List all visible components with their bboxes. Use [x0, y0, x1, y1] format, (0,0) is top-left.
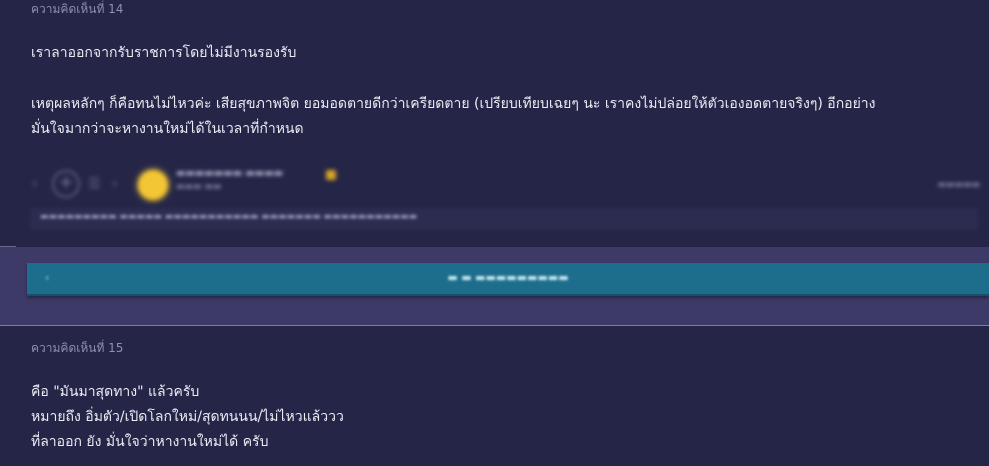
- post-time: ▬▬▬ ▬▬: [176, 182, 222, 192]
- comment-text-line: คือ "มันมาสุดทาง" แล้วครับ: [31, 384, 200, 400]
- reply-panel: ‹ ▬ ▬ ▬▬▬▬▬▬▬▬▬: [0, 247, 989, 325]
- comment-15: ความคิดเห็นที่ 15 คือ "มันมาสุดทาง" แล้ว…: [0, 326, 989, 466]
- username[interactable]: ▬▬▬▬▬▬▬ ▬▬▬▬: [176, 168, 283, 179]
- comment-text-line: มั่นใจมากว่าจะหางานใหม่ได้ในเวลาที่กำหนด: [31, 121, 304, 137]
- avatar[interactable]: [138, 170, 168, 200]
- view-replies-button[interactable]: ‹ ▬ ▬ ▬▬▬▬▬▬▬▬▬: [27, 263, 989, 296]
- reactions-summary[interactable]: ▬▬▬▬▬▬▬▬▬ ▬▬▬▬▬ ▬▬▬▬▬▬▬▬▬▬▬ ▬▬▬▬▬▬▬ ▬▬▬▬…: [40, 212, 417, 222]
- reaction-icon[interactable]: ☰: [88, 176, 101, 192]
- reactions-bar: ▬▬▬▬▬▬▬▬▬ ▬▬▬▬▬ ▬▬▬▬▬▬▬▬▬▬▬ ▬▬▬▬▬▬▬ ▬▬▬▬…: [30, 208, 978, 230]
- chevron-left-icon[interactable]: ‹: [32, 176, 38, 192]
- comment-number: ความคิดเห็นที่ 15: [31, 341, 124, 355]
- comment-14: ความคิดเห็นที่ 14 เราลาออกจากรับราชการโด…: [0, 0, 989, 246]
- comment-text-line: ที่ลาออก ยัง มั่นใจว่าหางานใหม่ได้ ครับ: [31, 434, 269, 450]
- comment-text-line: เหตุผลหลักๆ ก็คือทนไม่ไหวค่ะ เสียสุขภาพจ…: [31, 96, 876, 112]
- report-link[interactable]: ▬▬▬▬▬: [937, 180, 980, 190]
- comment-text-line: เราลาออกจากรับราชการโดยไม่มีงานรองรับ: [31, 45, 297, 61]
- comment-action-row: ‹ + ☰ › ▬▬▬▬▬▬▬ ▬▬▬▬ ▬▬▬ ▬▬ ▬▬▬▬▬: [30, 166, 980, 206]
- plus-icon[interactable]: +: [52, 170, 80, 198]
- comment-text-line: หมายถึง อิ่มตัว/เปิดโลกใหม่/สุดทนนน/ไม่ไ…: [31, 409, 344, 425]
- badge-icon: [326, 170, 336, 180]
- comment-number: ความคิดเห็นที่ 14: [31, 2, 124, 16]
- reply-button-label: ▬ ▬ ▬▬▬▬▬▬▬▬▬: [447, 271, 569, 284]
- chevron-right-icon[interactable]: ›: [112, 176, 118, 192]
